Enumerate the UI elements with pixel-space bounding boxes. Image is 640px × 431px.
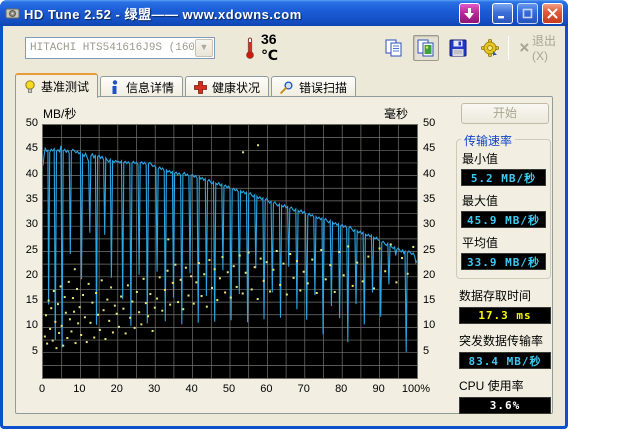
y-axis-tick-left: 10 xyxy=(25,319,38,332)
x-axis-tick: 30 xyxy=(148,383,161,395)
y-axis-tick-left: 40 xyxy=(25,167,38,180)
minimize-icon xyxy=(498,15,504,18)
y-axis-tick-right: 40 xyxy=(423,167,436,180)
exit-x-icon xyxy=(520,43,529,52)
tab-health-label: 健康状况 xyxy=(212,80,261,95)
results-panel: 开始 传输速率 最小值 5.2 MB/秒 最大值 45.9 MB/秒 平均值 3… xyxy=(456,103,562,414)
download-button[interactable] xyxy=(459,2,480,24)
access-time-display: 17.3 ms xyxy=(459,307,551,324)
info-icon xyxy=(112,80,118,94)
drive-select[interactable]: HITACHI HTS541616J9S (160 GB) ▼ xyxy=(25,36,215,59)
options-button[interactable] xyxy=(477,35,503,61)
cpu-usage-display: 3.6% xyxy=(459,397,551,414)
tab-error-scan[interactable]: 错误扫描 xyxy=(271,76,357,97)
close-icon xyxy=(547,8,558,18)
minimize-button[interactable] xyxy=(492,2,513,24)
x-axis-tick: 80 xyxy=(335,383,348,395)
tab-benchmark[interactable]: 基准测试 xyxy=(15,73,99,98)
exit-label: 退出(X) xyxy=(532,34,557,63)
access-time-label: 数据存取时间 xyxy=(459,289,532,303)
tab-bar: 基准测试 信息详情 健康状况 错误扫描 xyxy=(15,72,358,98)
chart-canvas xyxy=(42,125,418,378)
benchmark-chart: MB/秒 毫秒 50 50 45 45 40 40 35 35 30 30 25 25 20 20 15 15… xyxy=(16,97,454,413)
x-axis-tick: 60 xyxy=(260,383,273,395)
x-axis-tick: 50 xyxy=(222,383,236,395)
tab-info[interactable]: 信息详情 xyxy=(100,76,184,97)
window-title: HD Tune 2.52 - 绿盟—— www.xdowns.com xyxy=(24,6,302,22)
x-axis-tick: 20 xyxy=(110,383,123,395)
copy-screenshot-button[interactable] xyxy=(413,34,440,61)
toolbar-separator xyxy=(508,35,510,60)
transfer-rate-group-title: 传输速率 xyxy=(461,132,516,149)
tab-info-label: 信息详情 xyxy=(126,80,175,95)
save-icon xyxy=(449,39,467,56)
extra-results: 数据存取时间 17.3 ms 突发数据传输率 83.4 MB/秒 CPU 使用率… xyxy=(459,287,551,414)
cpu-usage-label: CPU 使用率 xyxy=(459,379,524,393)
y-axis-tick-right: 50 xyxy=(423,117,436,129)
x-axis-tick: 10 xyxy=(73,383,86,395)
y-axis-tick-right: 25 xyxy=(423,243,436,256)
y-axis-tick-left: 45 xyxy=(25,142,38,155)
plot-area xyxy=(42,124,418,379)
drive-select-value: HITACHI HTS541616J9S (160 GB) xyxy=(30,41,194,54)
chevron-down-icon: ▼ xyxy=(199,42,209,52)
start-button[interactable]: 开始 xyxy=(461,103,549,124)
scan-icon xyxy=(280,80,293,94)
y-axis-tick-left: 15 xyxy=(25,294,38,307)
thermometer-icon xyxy=(245,37,255,59)
burst-rate-display: 83.4 MB/秒 xyxy=(459,352,551,369)
tab-health[interactable]: 健康状况 xyxy=(185,76,270,97)
burst-rate-label: 突发数据传输率 xyxy=(459,334,544,348)
max-value-display: 45.9 MB/秒 xyxy=(461,211,546,228)
avg-value-label: 平均值 xyxy=(462,236,499,250)
exit-button[interactable]: 退出(X) xyxy=(520,32,559,63)
y-axis-tick-right: 35 xyxy=(423,192,436,205)
max-value-label: 最大值 xyxy=(462,194,499,208)
y-axis-tick-right: 20 xyxy=(423,268,436,281)
x-axis-tick: 40 xyxy=(185,383,198,395)
maximize-button[interactable] xyxy=(517,2,538,24)
transfer-rate-groupbox: 传输速率 最小值 5.2 MB/秒 最大值 45.9 MB/秒 平均值 33.9… xyxy=(456,132,551,279)
app-icon xyxy=(5,6,20,21)
min-value-display: 5.2 MB/秒 xyxy=(461,169,546,186)
y-axis-tick-left: 30 xyxy=(25,218,38,231)
y-axis-tick-left: 20 xyxy=(25,268,38,281)
download-arrow-icon xyxy=(464,7,474,19)
drive-select-arrow[interactable]: ▼ xyxy=(195,38,213,57)
x-axis-tick: 90 xyxy=(372,383,385,395)
hd-tune-window: HD Tune 2.52 - 绿盟—— www.xdowns.com HITAC… xyxy=(0,0,568,429)
min-value-label: 最小值 xyxy=(462,152,499,166)
y-axis-tick-left: 5 xyxy=(31,344,38,357)
copy-text-button[interactable] xyxy=(381,35,407,61)
desktop: HD Tune 2.52 - 绿盟—— www.xdowns.com HITAC… xyxy=(0,0,640,431)
y-axis-tick-right: 45 xyxy=(423,142,436,155)
benchmark-tab-page: MB/秒 毫秒 50 50 45 45 40 40 35 35 30 30 25 25 20 20 15 15… xyxy=(15,96,553,414)
x-axis-tick: 0 xyxy=(38,383,46,395)
options-icon xyxy=(481,38,500,57)
y-axis-tick-left: 25 xyxy=(25,243,38,256)
toolbar: HITACHI HTS541616J9S (160 GB) ▼ 36 ℃ xyxy=(3,23,565,72)
y-axis-right-unit: 毫秒 xyxy=(384,107,409,121)
save-screenshot-button[interactable] xyxy=(445,35,471,61)
x-axis-tick: 70 xyxy=(297,383,310,395)
copy-icon xyxy=(385,39,402,56)
x-axis-tick: 100% xyxy=(401,383,431,395)
y-axis-tick-right: 15 xyxy=(423,294,436,307)
tab-benchmark-label: 基准测试 xyxy=(41,80,90,94)
bulb-icon xyxy=(25,79,35,93)
temperature-value: 36 ℃ xyxy=(261,31,278,63)
y-axis-tick-right: 30 xyxy=(423,218,436,231)
y-axis-tick-right: 5 xyxy=(423,344,430,357)
y-axis-left-unit: MB/秒 xyxy=(43,107,77,121)
y-axis-tick-left: 50 xyxy=(25,117,38,129)
y-axis-tick-left: 35 xyxy=(25,192,38,205)
close-button[interactable] xyxy=(542,2,563,24)
health-icon xyxy=(194,80,207,94)
avg-value-display: 33.9 MB/秒 xyxy=(461,253,546,270)
maximize-icon xyxy=(522,8,533,18)
tab-error-scan-label: 错误扫描 xyxy=(299,80,348,95)
copy-image-icon xyxy=(417,39,434,56)
y-axis-tick-right: 10 xyxy=(423,319,436,332)
